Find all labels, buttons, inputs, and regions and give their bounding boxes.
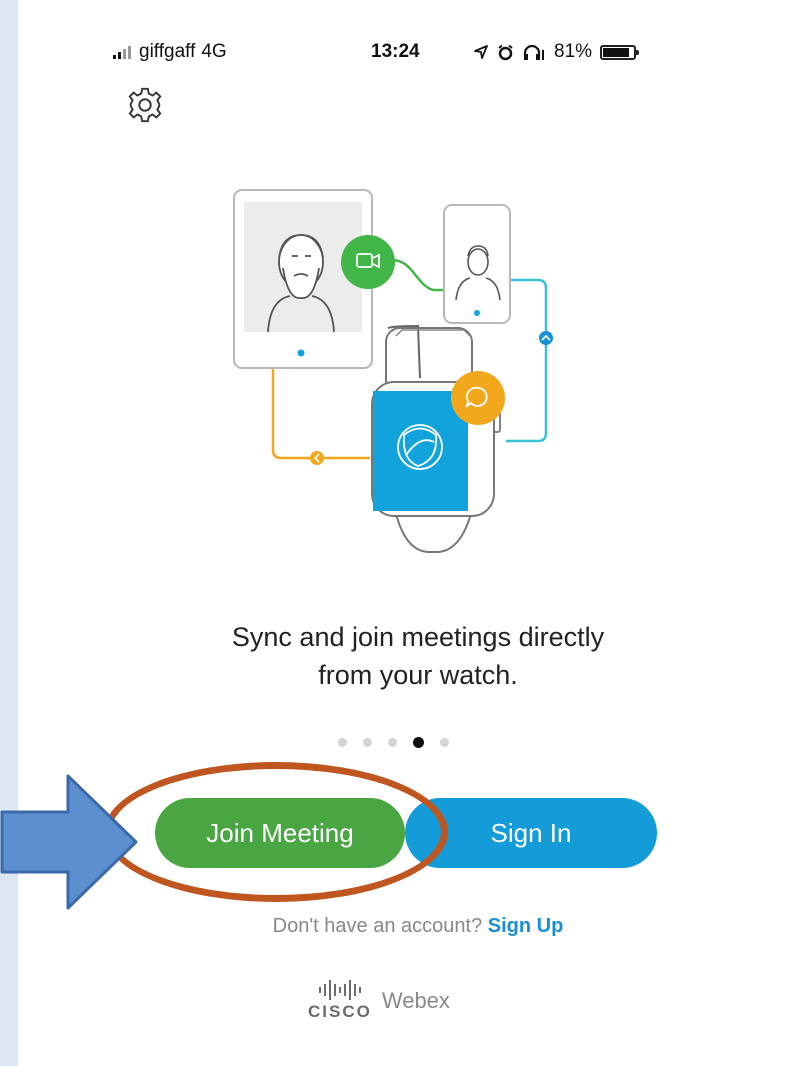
carrier-info: giffgaff 4G [113, 41, 227, 63]
signup-text: Don't have an account? [272, 915, 483, 937]
page-dot[interactable] [440, 738, 449, 747]
status-bar: giffgaff 4G 13:24 81% [113, 38, 693, 66]
cisco-webex-logo: CISCO Webex [308, 980, 450, 1022]
join-meeting-button[interactable]: Join Meeting [155, 798, 405, 868]
gear-icon[interactable] [126, 86, 164, 124]
video-call-badge [341, 235, 395, 289]
status-icons: 81% [473, 41, 640, 63]
page-dot[interactable] [363, 738, 372, 747]
network-type: 4G [201, 41, 227, 62]
carrier-name: giffgaff [139, 41, 196, 62]
page-dot[interactable] [338, 738, 347, 747]
signup-prompt: Don't have an account? Sign Up [118, 915, 718, 938]
signal-icon [113, 45, 131, 59]
chat-badge [451, 371, 505, 425]
battery-percent: 81% [554, 41, 593, 62]
battery-icon [600, 44, 640, 60]
caption-line-1: Sync and join meetings directly [231, 622, 605, 652]
caption-line-2: from your watch. [318, 660, 518, 690]
clock-time: 13:24 [371, 41, 420, 62]
location-icon [474, 45, 488, 59]
page-dot[interactable] [388, 738, 397, 747]
webex-wordmark: Webex [381, 988, 450, 1013]
onboarding-illustration [233, 189, 553, 553]
cisco-logo: CISCO [308, 980, 372, 1022]
cisco-wordmark: CISCO [308, 1002, 372, 1021]
sign-in-button[interactable]: Sign In [405, 798, 657, 868]
cisco-bars-icon [318, 980, 361, 1000]
onboarding-caption: Sync and join meetings directly from you… [118, 618, 718, 694]
alarm-icon [498, 44, 513, 60]
headphones-icon [523, 44, 544, 60]
pointer-arrow-icon [0, 774, 138, 910]
page-dot-active[interactable] [413, 737, 424, 748]
page-indicator[interactable] [338, 737, 449, 748]
sign-up-link[interactable]: Sign Up [488, 915, 564, 937]
